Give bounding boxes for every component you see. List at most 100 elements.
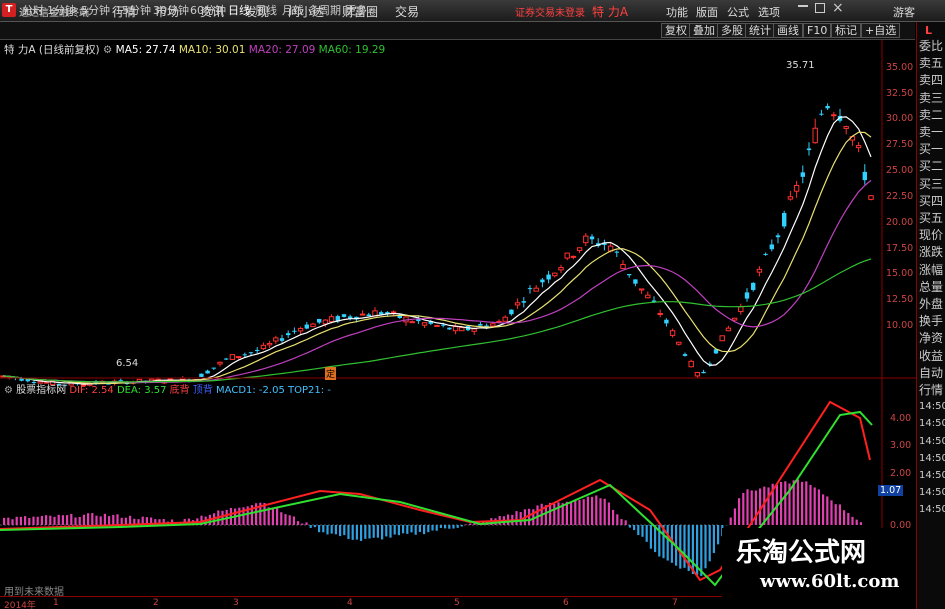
macd-bar bbox=[305, 522, 308, 525]
macd-bar bbox=[351, 525, 354, 540]
macd-bar bbox=[859, 522, 862, 525]
macd-bar bbox=[784, 481, 787, 525]
candle-body bbox=[490, 323, 496, 327]
time-tick: 2014年 bbox=[4, 601, 36, 609]
macd-bar bbox=[595, 495, 598, 525]
candle-body bbox=[434, 324, 440, 327]
adjust-button[interactable]: 复权 bbox=[661, 23, 691, 38]
macd-bar bbox=[297, 521, 300, 525]
macd-bar bbox=[87, 513, 90, 525]
macd-indicator-name[interactable]: 股票指标网 bbox=[16, 385, 66, 396]
quote-panel-item: 买三 bbox=[919, 176, 944, 191]
candle-body bbox=[782, 212, 787, 227]
period-multi[interactable]: 多周期 bbox=[308, 2, 341, 18]
macd-bar bbox=[70, 513, 73, 525]
macd-bar bbox=[19, 516, 22, 525]
macd-bar bbox=[633, 525, 636, 531]
macd-bar bbox=[469, 523, 472, 525]
period-more[interactable]: 更多 bbox=[345, 2, 367, 18]
menu-options[interactable]: 选项 bbox=[758, 4, 780, 20]
login-warning[interactable]: 证券交易未登录 bbox=[515, 4, 585, 19]
macd-bar bbox=[599, 498, 602, 525]
candle-body bbox=[738, 306, 744, 313]
period-1min[interactable]: 1分钟 bbox=[47, 2, 76, 18]
quote-panel-item: 涨幅 bbox=[919, 262, 944, 277]
bottom-divergence-label: 底背 bbox=[169, 385, 190, 396]
draw-button[interactable]: 画线 bbox=[773, 23, 803, 38]
macd-bar bbox=[759, 488, 762, 525]
candle-body bbox=[819, 113, 824, 115]
period-monthly[interactable]: 月线 bbox=[282, 2, 304, 18]
candle-body bbox=[452, 326, 459, 332]
mark-button[interactable]: 标记 bbox=[831, 23, 861, 38]
menu-layout[interactable]: 版面 bbox=[696, 4, 718, 20]
candle-body bbox=[676, 341, 682, 345]
period-intraday[interactable]: 分时 bbox=[22, 2, 44, 18]
quote-panel-item: 收益 bbox=[919, 348, 944, 363]
macd-bar bbox=[460, 525, 463, 527]
candle-body bbox=[322, 319, 329, 325]
macd-bar bbox=[28, 517, 31, 525]
macd-bar bbox=[645, 525, 648, 542]
period-5min[interactable]: 5分钟 bbox=[81, 2, 110, 18]
candle-body bbox=[576, 247, 583, 252]
candle-body bbox=[552, 272, 558, 277]
quote-panel-item: 外盘 bbox=[919, 297, 944, 311]
candle-body bbox=[725, 327, 732, 332]
stats-button[interactable]: 统计 bbox=[745, 23, 775, 38]
macd-bar bbox=[36, 516, 39, 525]
candle-body bbox=[682, 354, 688, 356]
macd-bar bbox=[347, 525, 350, 540]
macd-bar bbox=[406, 525, 409, 534]
menu-trade[interactable]: 交易 bbox=[395, 3, 419, 20]
macd-bar bbox=[557, 502, 560, 525]
candle-body bbox=[447, 327, 452, 330]
gear-icon[interactable]: ⚙ bbox=[4, 385, 13, 396]
candle-body bbox=[570, 255, 577, 258]
candle-body bbox=[868, 195, 874, 200]
quote-panel-item: 买五 bbox=[919, 211, 944, 225]
candle-body bbox=[273, 337, 279, 342]
period-daily[interactable]: 日线 bbox=[228, 2, 250, 18]
quote-panel-item: 买一 bbox=[919, 142, 944, 157]
close-icon[interactable]: × bbox=[832, 0, 844, 16]
candle-body bbox=[205, 370, 210, 374]
macd-bar bbox=[40, 515, 43, 525]
macd-bar bbox=[830, 500, 833, 525]
candle-body bbox=[390, 311, 397, 314]
overlay-button[interactable]: 叠加 bbox=[689, 23, 719, 38]
candle-body bbox=[769, 244, 774, 250]
quote-panel-item: 14:50 bbox=[919, 401, 945, 413]
time-tick: 1 bbox=[53, 598, 59, 608]
maximize-icon[interactable] bbox=[815, 3, 825, 13]
event-marker[interactable]: 定 bbox=[325, 367, 337, 380]
price-tick: 17.50 bbox=[886, 243, 914, 254]
candle-body bbox=[589, 236, 595, 240]
candle-body bbox=[657, 312, 663, 315]
macd-bar bbox=[393, 525, 396, 535]
macd-bar bbox=[334, 525, 337, 535]
menu-formula[interactable]: 公式 bbox=[727, 4, 749, 20]
macd-bar bbox=[91, 513, 94, 525]
chart-area[interactable] bbox=[0, 40, 916, 596]
candle-body bbox=[242, 354, 247, 356]
time-tick: 4 bbox=[347, 598, 353, 608]
period-30min[interactable]: 30分钟 bbox=[153, 2, 189, 18]
add-watchlist-button[interactable]: +自选 bbox=[861, 23, 901, 38]
macd-bar bbox=[553, 503, 556, 525]
macd-bar bbox=[742, 492, 745, 525]
minimize-icon[interactable] bbox=[798, 5, 808, 7]
candle-body bbox=[694, 371, 701, 377]
macd-bar bbox=[355, 525, 358, 540]
menu-function[interactable]: 功能 bbox=[666, 4, 688, 20]
multi-stock-button[interactable]: 多股 bbox=[717, 23, 747, 38]
candle-body bbox=[793, 184, 800, 192]
period-60min[interactable]: 60分钟 bbox=[190, 2, 226, 18]
time-tick: 3 bbox=[233, 598, 239, 608]
f10-button[interactable]: F10 bbox=[803, 23, 832, 38]
macd-bar bbox=[612, 509, 615, 525]
period-weekly[interactable]: 周线 bbox=[255, 2, 277, 18]
period-15min[interactable]: 15分钟 bbox=[115, 2, 151, 18]
candle-body bbox=[564, 252, 570, 259]
guest-label[interactable]: 游客 bbox=[893, 4, 915, 20]
